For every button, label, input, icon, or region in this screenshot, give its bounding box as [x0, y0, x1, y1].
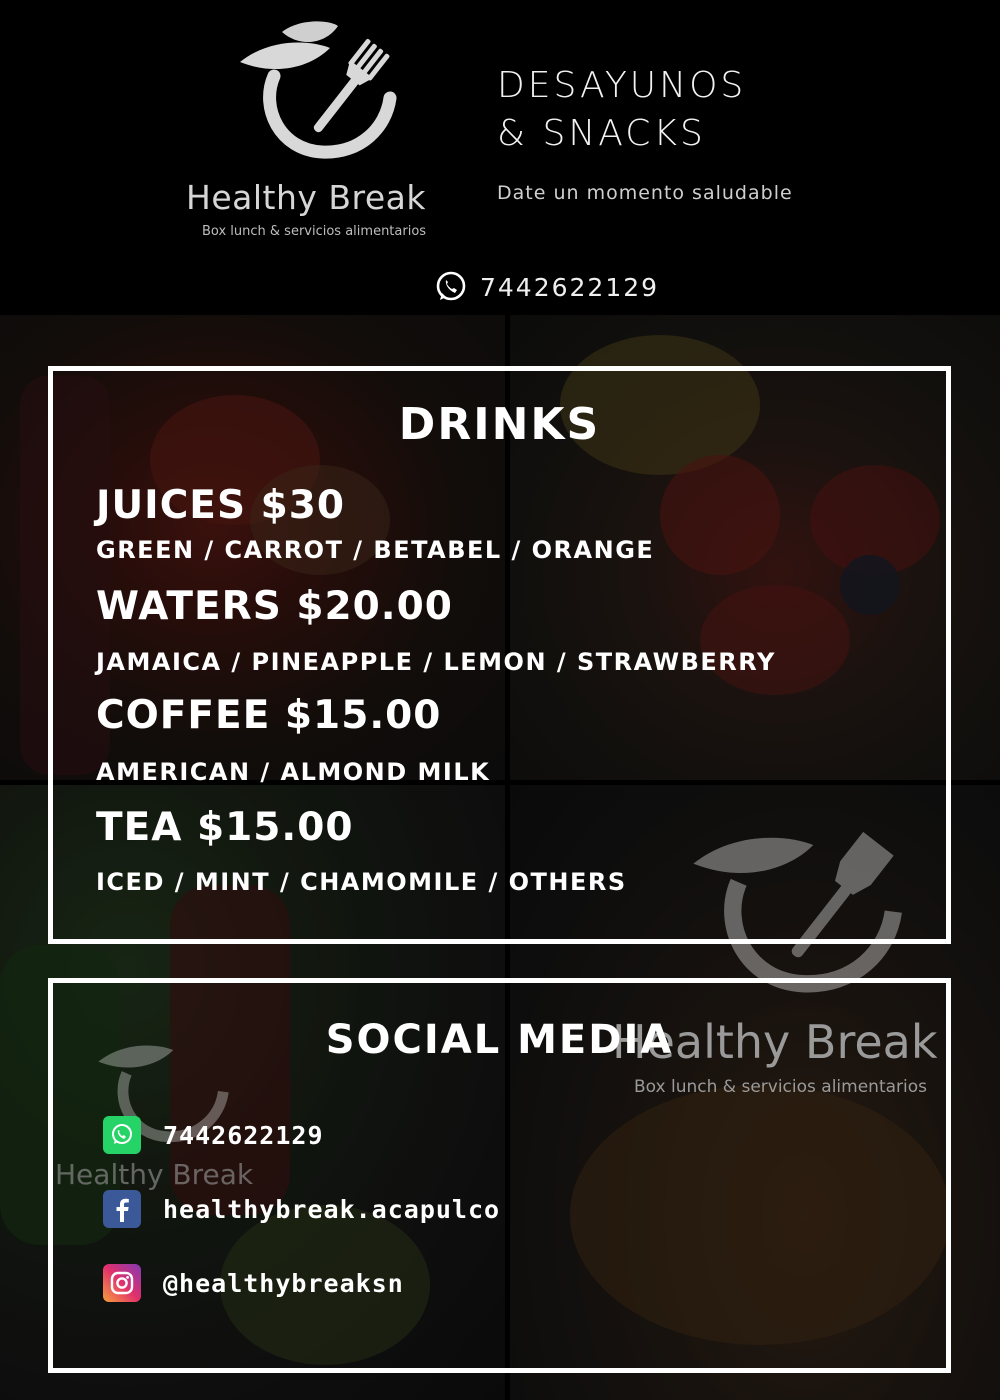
brand-logo: Healthy Break Box lunch & servicios alim…	[180, 18, 460, 239]
drinks-section: DRINKS JUICES $30 GREEN / CARROT / BETAB…	[48, 366, 951, 944]
whatsapp-link[interactable]: 7442622129	[103, 1116, 324, 1154]
drinks-title: DRINKS	[398, 399, 601, 450]
facebook-icon	[103, 1190, 141, 1228]
instagram-handle: @healthybreaksn	[163, 1268, 404, 1298]
waters-price: WATERS $20.00	[96, 584, 453, 629]
juices-price: JUICES $30	[96, 483, 346, 528]
coffee-options: AMERICAN / ALMOND MILK	[96, 758, 491, 786]
header: Healthy Break Box lunch & servicios alim…	[0, 0, 1000, 315]
menu-title-line-2: & SNACKS	[497, 113, 706, 154]
coffee-price: COFFEE $15.00	[96, 693, 442, 738]
header-phone-number: 7442622129	[480, 272, 660, 302]
whatsapp-number: 7442622129	[163, 1120, 324, 1150]
tea-price: TEA $15.00	[96, 805, 354, 850]
instagram-icon	[103, 1264, 141, 1302]
menu-title-block: DESAYUNOS & SNACKS Date un momento salud…	[497, 62, 793, 204]
social-media-section: SOCIAL MEDIA 7442622129 healthybreak.aca…	[48, 978, 951, 1373]
leaf-fork-logo-icon	[240, 21, 397, 159]
whatsapp-icon	[436, 271, 466, 301]
instagram-link[interactable]: @healthybreaksn	[103, 1264, 404, 1302]
tea-options: ICED / MINT / CHAMOMILE / OTHERS	[96, 868, 627, 896]
menu-title-line-1: DESAYUNOS	[497, 65, 747, 106]
waters-options: JAMAICA / PINEAPPLE / LEMON / STRAWBERRY	[96, 648, 776, 676]
whatsapp-icon	[103, 1116, 141, 1154]
facebook-link[interactable]: healthybreak.acapulco	[103, 1190, 500, 1228]
brand-name: Healthy Break	[186, 178, 426, 217]
menu-subtitle: Date un momento saludable	[497, 182, 793, 204]
facebook-handle: healthybreak.acapulco	[163, 1194, 501, 1224]
header-phone[interactable]: 7442622129	[434, 270, 659, 304]
social-media-title: SOCIAL MEDIA	[325, 1017, 674, 1063]
juices-options: GREEN / CARROT / BETABEL / ORANGE	[96, 536, 655, 564]
brand-tagline: Box lunch & servicios alimentarios	[202, 224, 427, 239]
